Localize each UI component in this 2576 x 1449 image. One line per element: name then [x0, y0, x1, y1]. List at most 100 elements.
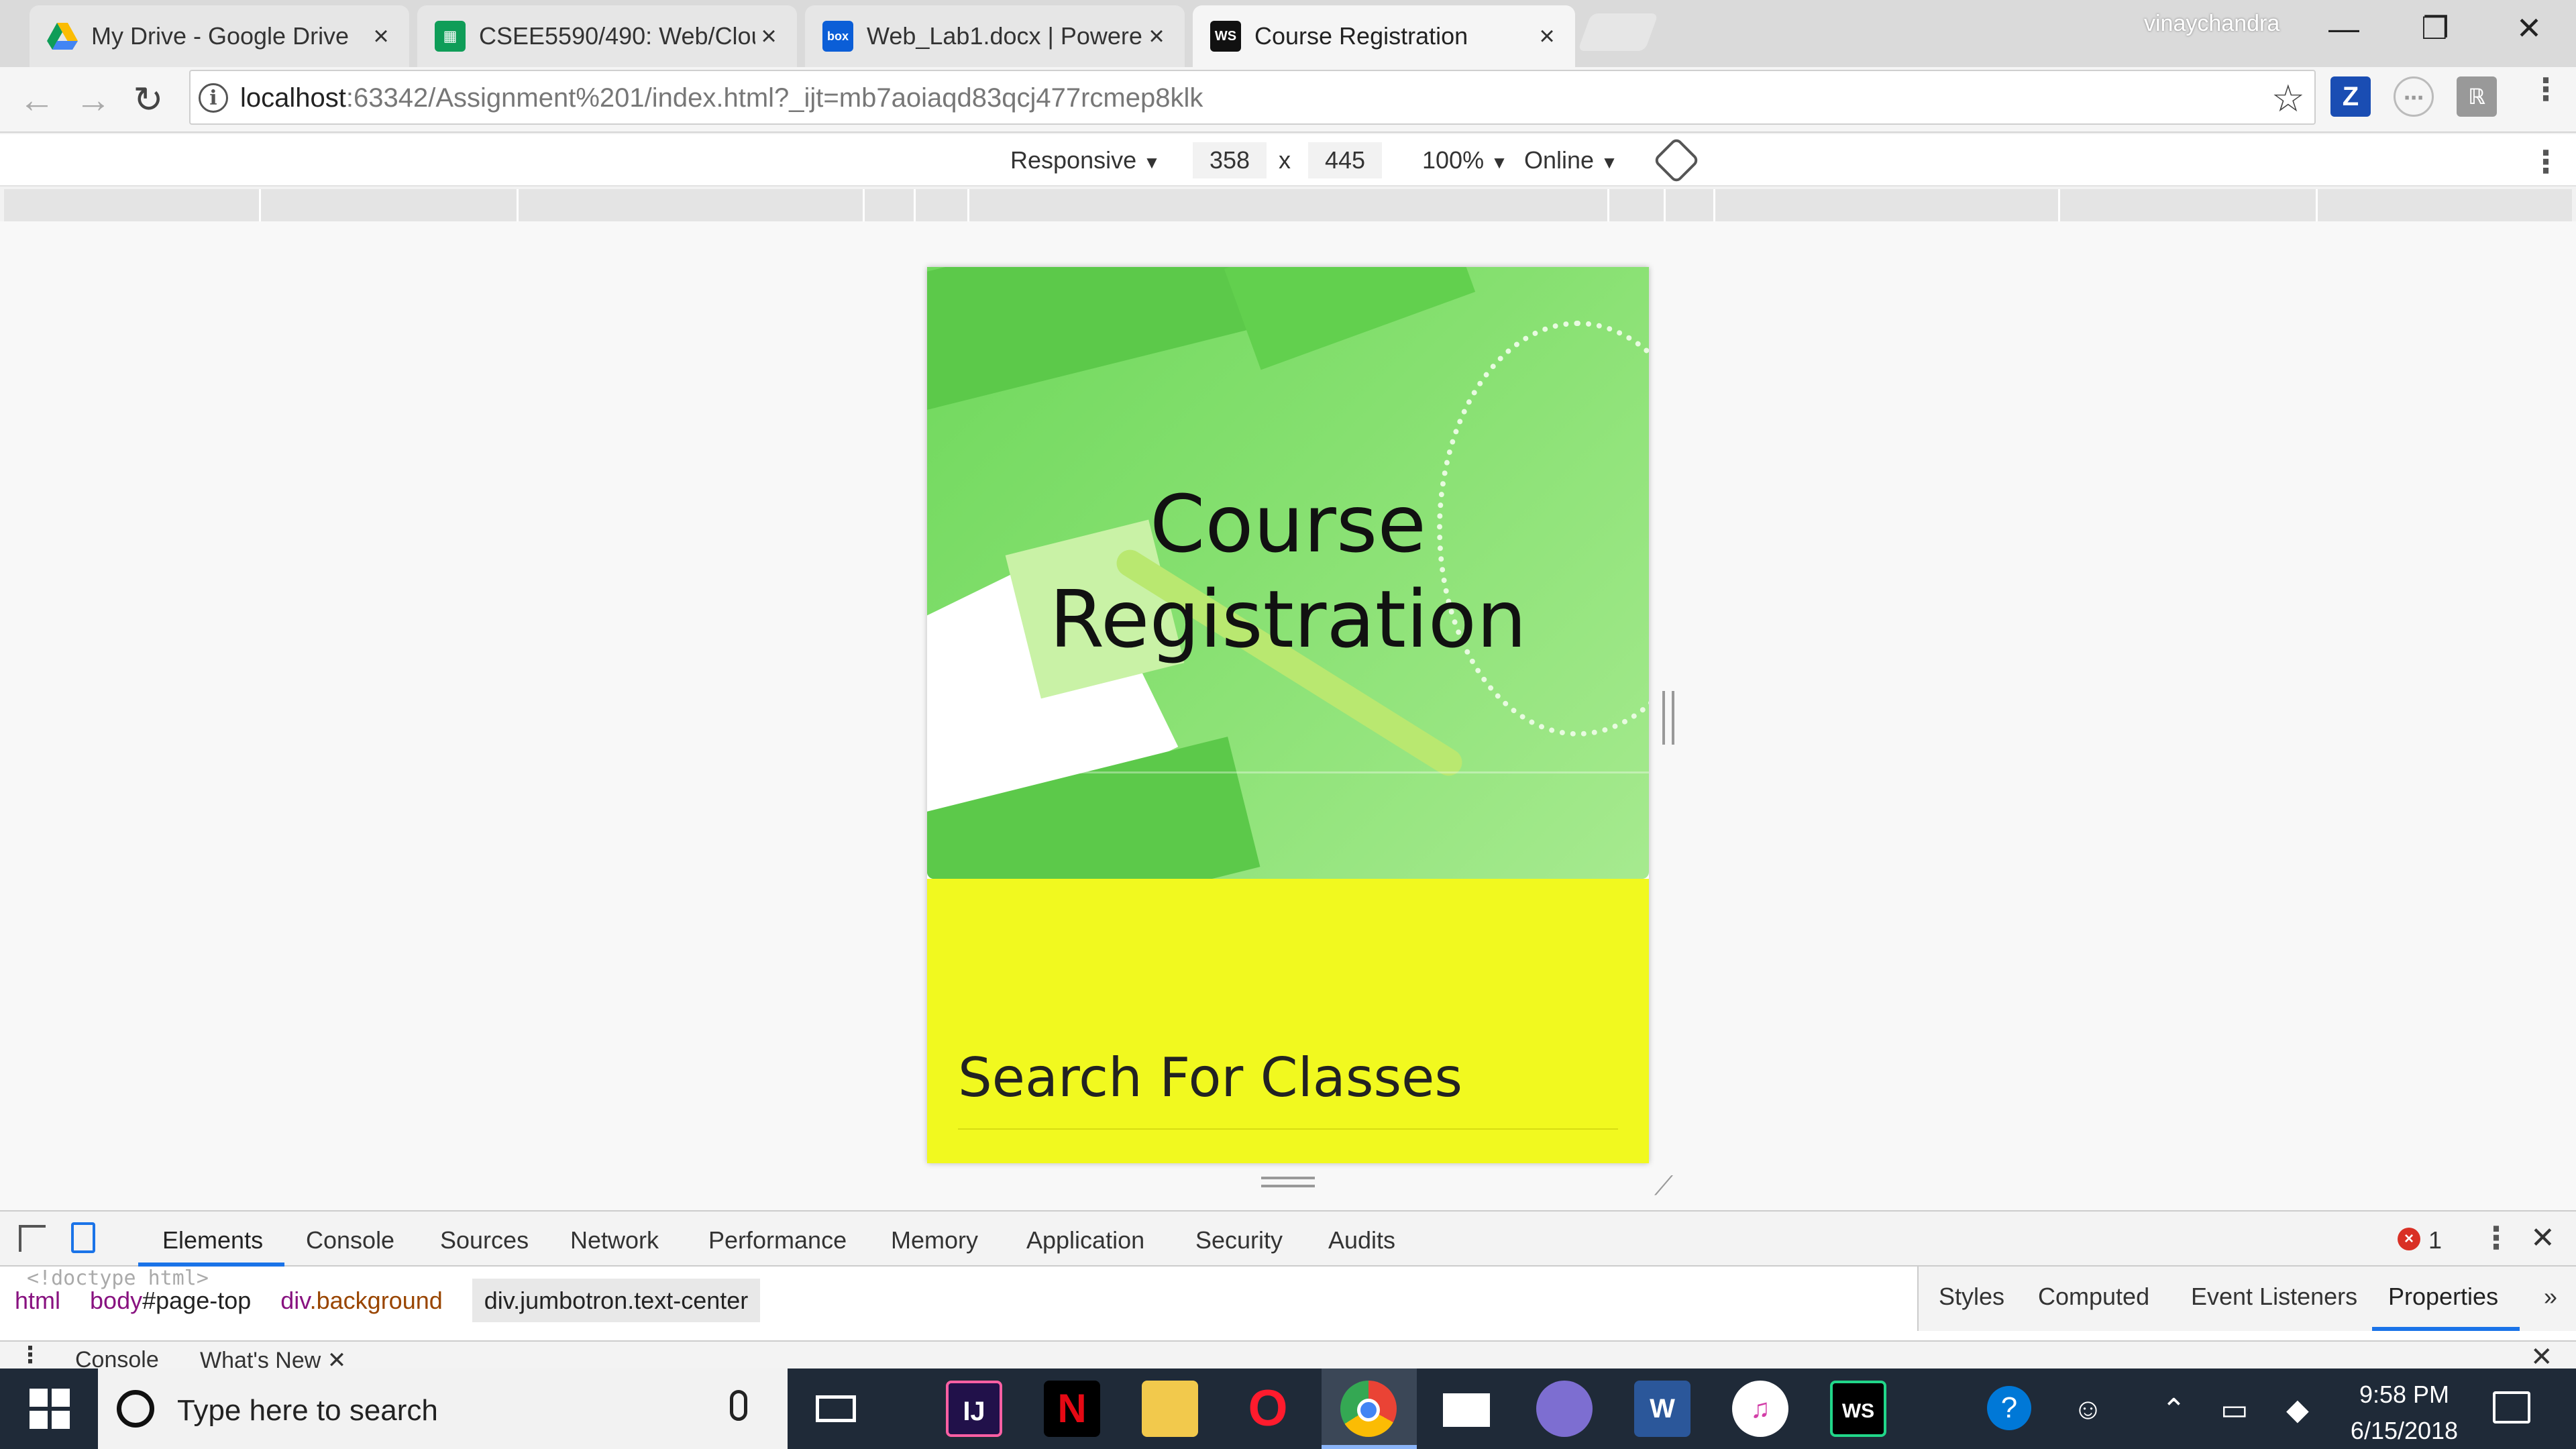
tab-audits[interactable]: Audits: [1328, 1226, 1395, 1254]
media-query-segment[interactable]: [914, 189, 916, 221]
breadcrumb-item[interactable]: body#page-top: [90, 1287, 251, 1314]
dimension-separator: x: [1279, 146, 1291, 174]
chevron-up-icon[interactable]: ⌃: [2161, 1393, 2186, 1427]
taskbar-search-box[interactable]: Type here to search: [98, 1368, 788, 1449]
media-query-segment[interactable]: [2058, 189, 2060, 221]
netflix-icon[interactable]: N: [1044, 1381, 1100, 1437]
task-view-icon[interactable]: [816, 1395, 856, 1422]
tab-course-registration[interactable]: WS Course Registration ×: [1193, 5, 1575, 67]
close-devtools-icon[interactable]: ✕: [2530, 1221, 2555, 1255]
tab-close-icon[interactable]: ×: [368, 21, 394, 52]
zoom-dropdown[interactable]: 100% ▼: [1422, 146, 1508, 174]
viewport-height-input[interactable]: 445: [1308, 142, 1382, 178]
tab-event-listeners[interactable]: Event Listeners: [2191, 1283, 2357, 1311]
devtools-drawer: ⋮ Console What's New ✕ ✕: [0, 1340, 2576, 1370]
minimize-button[interactable]: —: [2310, 8, 2377, 48]
address-bar[interactable]: i localhost:63342/Assignment%201/index.h…: [189, 70, 2316, 125]
tab-close-icon[interactable]: ×: [755, 21, 782, 52]
mail-icon[interactable]: [1438, 1381, 1495, 1437]
chrome-icon[interactable]: [1340, 1381, 1397, 1437]
new-tab-button[interactable]: [1577, 13, 1659, 51]
battery-icon[interactable]: ▭: [2220, 1393, 2249, 1427]
breadcrumb-item[interactable]: div.background: [280, 1287, 443, 1314]
inspect-element-icon[interactable]: [19, 1225, 46, 1252]
bittorrent-icon[interactable]: [1536, 1381, 1593, 1437]
media-query-segment[interactable]: [259, 189, 261, 221]
drawer-tab-whats-new[interactable]: What's New ✕: [200, 1347, 346, 1370]
bookmark-star-icon[interactable]: ☆: [2271, 76, 2305, 121]
tab-performance[interactable]: Performance: [708, 1226, 847, 1254]
tab-close-icon[interactable]: ×: [1534, 21, 1560, 52]
extension-icon[interactable]: ⋯: [2394, 76, 2434, 117]
extension-icon[interactable]: ℝ: [2457, 76, 2497, 117]
back-arrow-icon[interactable]: ←: [13, 76, 60, 123]
tab-application[interactable]: Application: [1026, 1226, 1144, 1254]
error-count[interactable]: 1: [2428, 1226, 2442, 1254]
viewport-width-input[interactable]: 358: [1193, 142, 1267, 178]
drawer-menu-icon[interactable]: ⋮: [19, 1342, 42, 1368]
intellij-icon[interactable]: IJ: [946, 1381, 1002, 1437]
network-throttle-dropdown[interactable]: Online ▼: [1524, 146, 1618, 174]
people-icon[interactable]: ☺: [2073, 1393, 2103, 1426]
help-icon[interactable]: ?: [1987, 1386, 2031, 1430]
bottom-resize-handle[interactable]: [1261, 1177, 1315, 1187]
itunes-icon[interactable]: ♫: [1732, 1381, 1788, 1437]
breadcrumb-item[interactable]: html: [15, 1287, 60, 1314]
forward-arrow-icon[interactable]: →: [70, 76, 117, 123]
media-query-segment[interactable]: [1713, 189, 1715, 221]
tab-security[interactable]: Security: [1195, 1226, 1283, 1254]
devtools-menu-icon[interactable]: ⋮: [2481, 1220, 2512, 1256]
right-resize-handle[interactable]: [1662, 691, 1674, 745]
error-icon[interactable]: ×: [2398, 1228, 2420, 1250]
tab-box-document[interactable]: box Web_Lab1.docx | Powere ×: [805, 5, 1185, 67]
word-icon[interactable]: W: [1634, 1381, 1690, 1437]
reload-icon[interactable]: ↻: [125, 76, 172, 123]
webstorm-icon[interactable]: WS: [1830, 1381, 1886, 1437]
windows-start-icon[interactable]: [30, 1389, 70, 1429]
system-clock[interactable]: 9:58 PM 6/15/2018: [2330, 1377, 2478, 1449]
tab-close-icon[interactable]: ×: [1143, 21, 1170, 52]
media-query-segment[interactable]: [517, 189, 519, 221]
tab-styles[interactable]: Styles: [1939, 1283, 2004, 1311]
restore-button[interactable]: ❐: [2402, 8, 2469, 48]
device-frame: Course Registration Search For Classes: [927, 267, 1649, 1163]
media-query-bar[interactable]: [4, 189, 2572, 221]
drawer-tab-console[interactable]: Console: [75, 1347, 159, 1370]
dropbox-icon[interactable]: ◆: [2286, 1393, 2309, 1427]
media-query-segment[interactable]: [1607, 189, 1609, 221]
breadcrumb-item-selected[interactable]: div.jumbotron.text-center: [472, 1279, 761, 1322]
file-explorer-icon[interactable]: [1142, 1381, 1198, 1437]
tab-memory[interactable]: Memory: [891, 1226, 978, 1254]
media-query-segment[interactable]: [1664, 189, 1666, 221]
background-seam: [927, 771, 1649, 773]
tab-properties[interactable]: Properties: [2388, 1283, 2498, 1311]
tab-sheets[interactable]: ▦ CSEE5590/490: Web/Clou ×: [417, 5, 797, 67]
microphone-icon[interactable]: [730, 1390, 747, 1421]
tab-network[interactable]: Network: [570, 1226, 659, 1254]
chrome-menu-icon[interactable]: ⋮: [2530, 71, 2561, 107]
media-query-segment[interactable]: [967, 189, 969, 221]
opera-icon[interactable]: O: [1240, 1381, 1296, 1437]
tab-google-drive[interactable]: My Drive - Google Drive ×: [30, 5, 409, 67]
search-placeholder[interactable]: Type here to search: [177, 1394, 438, 1428]
info-icon[interactable]: i: [199, 83, 228, 113]
tab-sources[interactable]: Sources: [440, 1226, 529, 1254]
notifications-icon[interactable]: [2493, 1391, 2530, 1424]
media-query-segment[interactable]: [2316, 189, 2318, 221]
zotero-extension-icon[interactable]: Z: [2330, 76, 2371, 117]
corner-resize-handle[interactable]: ⟋: [1654, 1171, 1673, 1201]
tab-elements[interactable]: Elements: [162, 1226, 263, 1254]
tab-console[interactable]: Console: [306, 1226, 394, 1254]
more-tabs-icon[interactable]: »: [2544, 1283, 2557, 1311]
device-mode-icon[interactable]: [71, 1222, 95, 1253]
device-toolbar-menu-icon[interactable]: ⋮: [2530, 144, 2561, 180]
profile-name[interactable]: vinaychandra: [2144, 11, 2279, 37]
tab-computed[interactable]: Computed: [2038, 1283, 2149, 1311]
responsive-dropdown[interactable]: Responsive ▼: [1010, 146, 1161, 174]
rotate-icon[interactable]: [1652, 136, 1701, 184]
url-text[interactable]: localhost:63342/Assignment%201/index.htm…: [240, 83, 1203, 113]
close-window-button[interactable]: ✕: [2496, 8, 2563, 48]
media-query-segment[interactable]: [863, 189, 865, 221]
close-drawer-icon[interactable]: ✕: [2530, 1342, 2553, 1370]
cortana-icon[interactable]: [117, 1390, 154, 1428]
